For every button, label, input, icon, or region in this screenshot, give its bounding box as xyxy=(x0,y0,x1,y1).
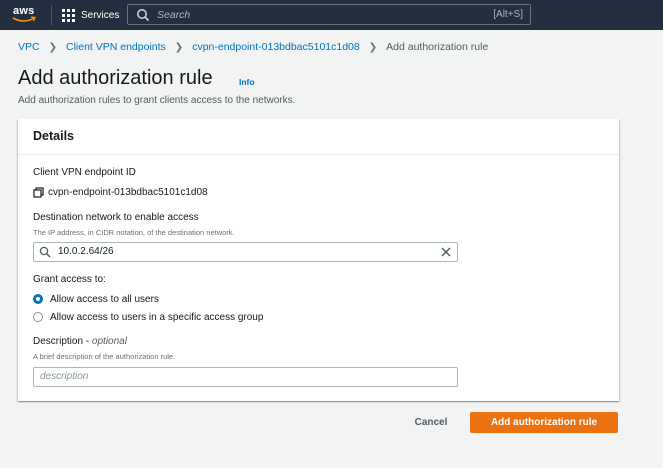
destination-network-label: Destination network to enable access xyxy=(33,212,199,223)
radio-selected-icon[interactable] xyxy=(33,294,43,304)
clear-icon[interactable] xyxy=(440,246,452,258)
breadcrumb: VPC ❯ Client VPN endpoints ❯ cvpn-endpoi… xyxy=(18,40,488,54)
breadcrumb-client-vpn-endpoints[interactable]: Client VPN endpoints xyxy=(66,41,166,53)
grant-access-label: Grant access to: xyxy=(33,274,106,285)
description-hint: A brief description of the authorization… xyxy=(33,352,176,361)
endpoint-id-text: cvpn-endpoint-013bdbac5101c1d08 xyxy=(48,186,208,198)
info-link[interactable]: Info xyxy=(239,77,255,87)
search-placeholder: Search xyxy=(157,9,191,21)
aws-smile-icon xyxy=(12,16,36,22)
search-icon xyxy=(137,9,150,22)
chevron-right-icon: ❯ xyxy=(368,41,378,53)
radio-allow-all-users-label: Allow access to all users xyxy=(50,293,159,305)
services-grid-icon xyxy=(62,8,75,22)
breadcrumb-endpoint[interactable]: cvpn-endpoint-013bdbac5101c1d08 xyxy=(192,41,360,53)
description-optional-tag: optional xyxy=(91,336,127,347)
destination-network-value: 10.0.2.64/26 xyxy=(58,246,114,257)
add-authorization-rule-button[interactable]: Add authorization rule xyxy=(470,412,618,433)
radio-allow-all-users[interactable]: Allow access to all users xyxy=(33,292,159,306)
details-heading: Details xyxy=(33,129,74,143)
aws-logo[interactable]: aws xyxy=(10,3,40,25)
global-search-input[interactable]: Search [Alt+S] xyxy=(127,4,531,25)
top-navigation-bar: aws Services Search [Alt+S] xyxy=(0,0,663,30)
radio-specific-group[interactable]: Allow access to users in a specific acce… xyxy=(33,310,263,324)
description-input[interactable]: description xyxy=(33,367,458,387)
endpoint-id-value: cvpn-endpoint-013bdbac5101c1d08 xyxy=(33,186,208,198)
description-placeholder: description xyxy=(40,371,89,382)
page-title: Add authorization rule xyxy=(18,67,213,89)
radio-specific-group-label: Allow access to users in a specific acce… xyxy=(50,311,264,323)
description-label: Description - optional xyxy=(33,336,127,347)
details-panel-header: Details xyxy=(18,119,619,155)
details-panel: Details Client VPN endpoint ID cvpn-endp… xyxy=(18,119,619,401)
breadcrumb-vpc[interactable]: VPC xyxy=(18,41,40,53)
services-menu-button[interactable]: Services xyxy=(62,6,119,24)
copy-icon[interactable] xyxy=(33,186,44,198)
chevron-right-icon: ❯ xyxy=(48,41,57,53)
chevron-right-icon: ❯ xyxy=(174,41,184,53)
radio-unselected-icon[interactable] xyxy=(33,312,43,322)
page-description: Add authorization rules to grant clients… xyxy=(18,95,296,106)
search-icon xyxy=(39,246,51,258)
destination-network-input[interactable]: 10.0.2.64/26 xyxy=(33,242,458,262)
endpoint-id-label: Client VPN endpoint ID xyxy=(33,167,136,178)
breadcrumb-current: Add authorization rule xyxy=(386,41,489,53)
topbar-divider xyxy=(51,5,52,25)
services-label: Services xyxy=(81,9,120,21)
cancel-button[interactable]: Cancel xyxy=(404,412,458,432)
destination-network-hint: The IP address, in CIDR notation, of the… xyxy=(33,228,235,237)
search-shortcut-hint: [Alt+S] xyxy=(493,9,523,20)
description-label-text: Description xyxy=(33,336,84,347)
